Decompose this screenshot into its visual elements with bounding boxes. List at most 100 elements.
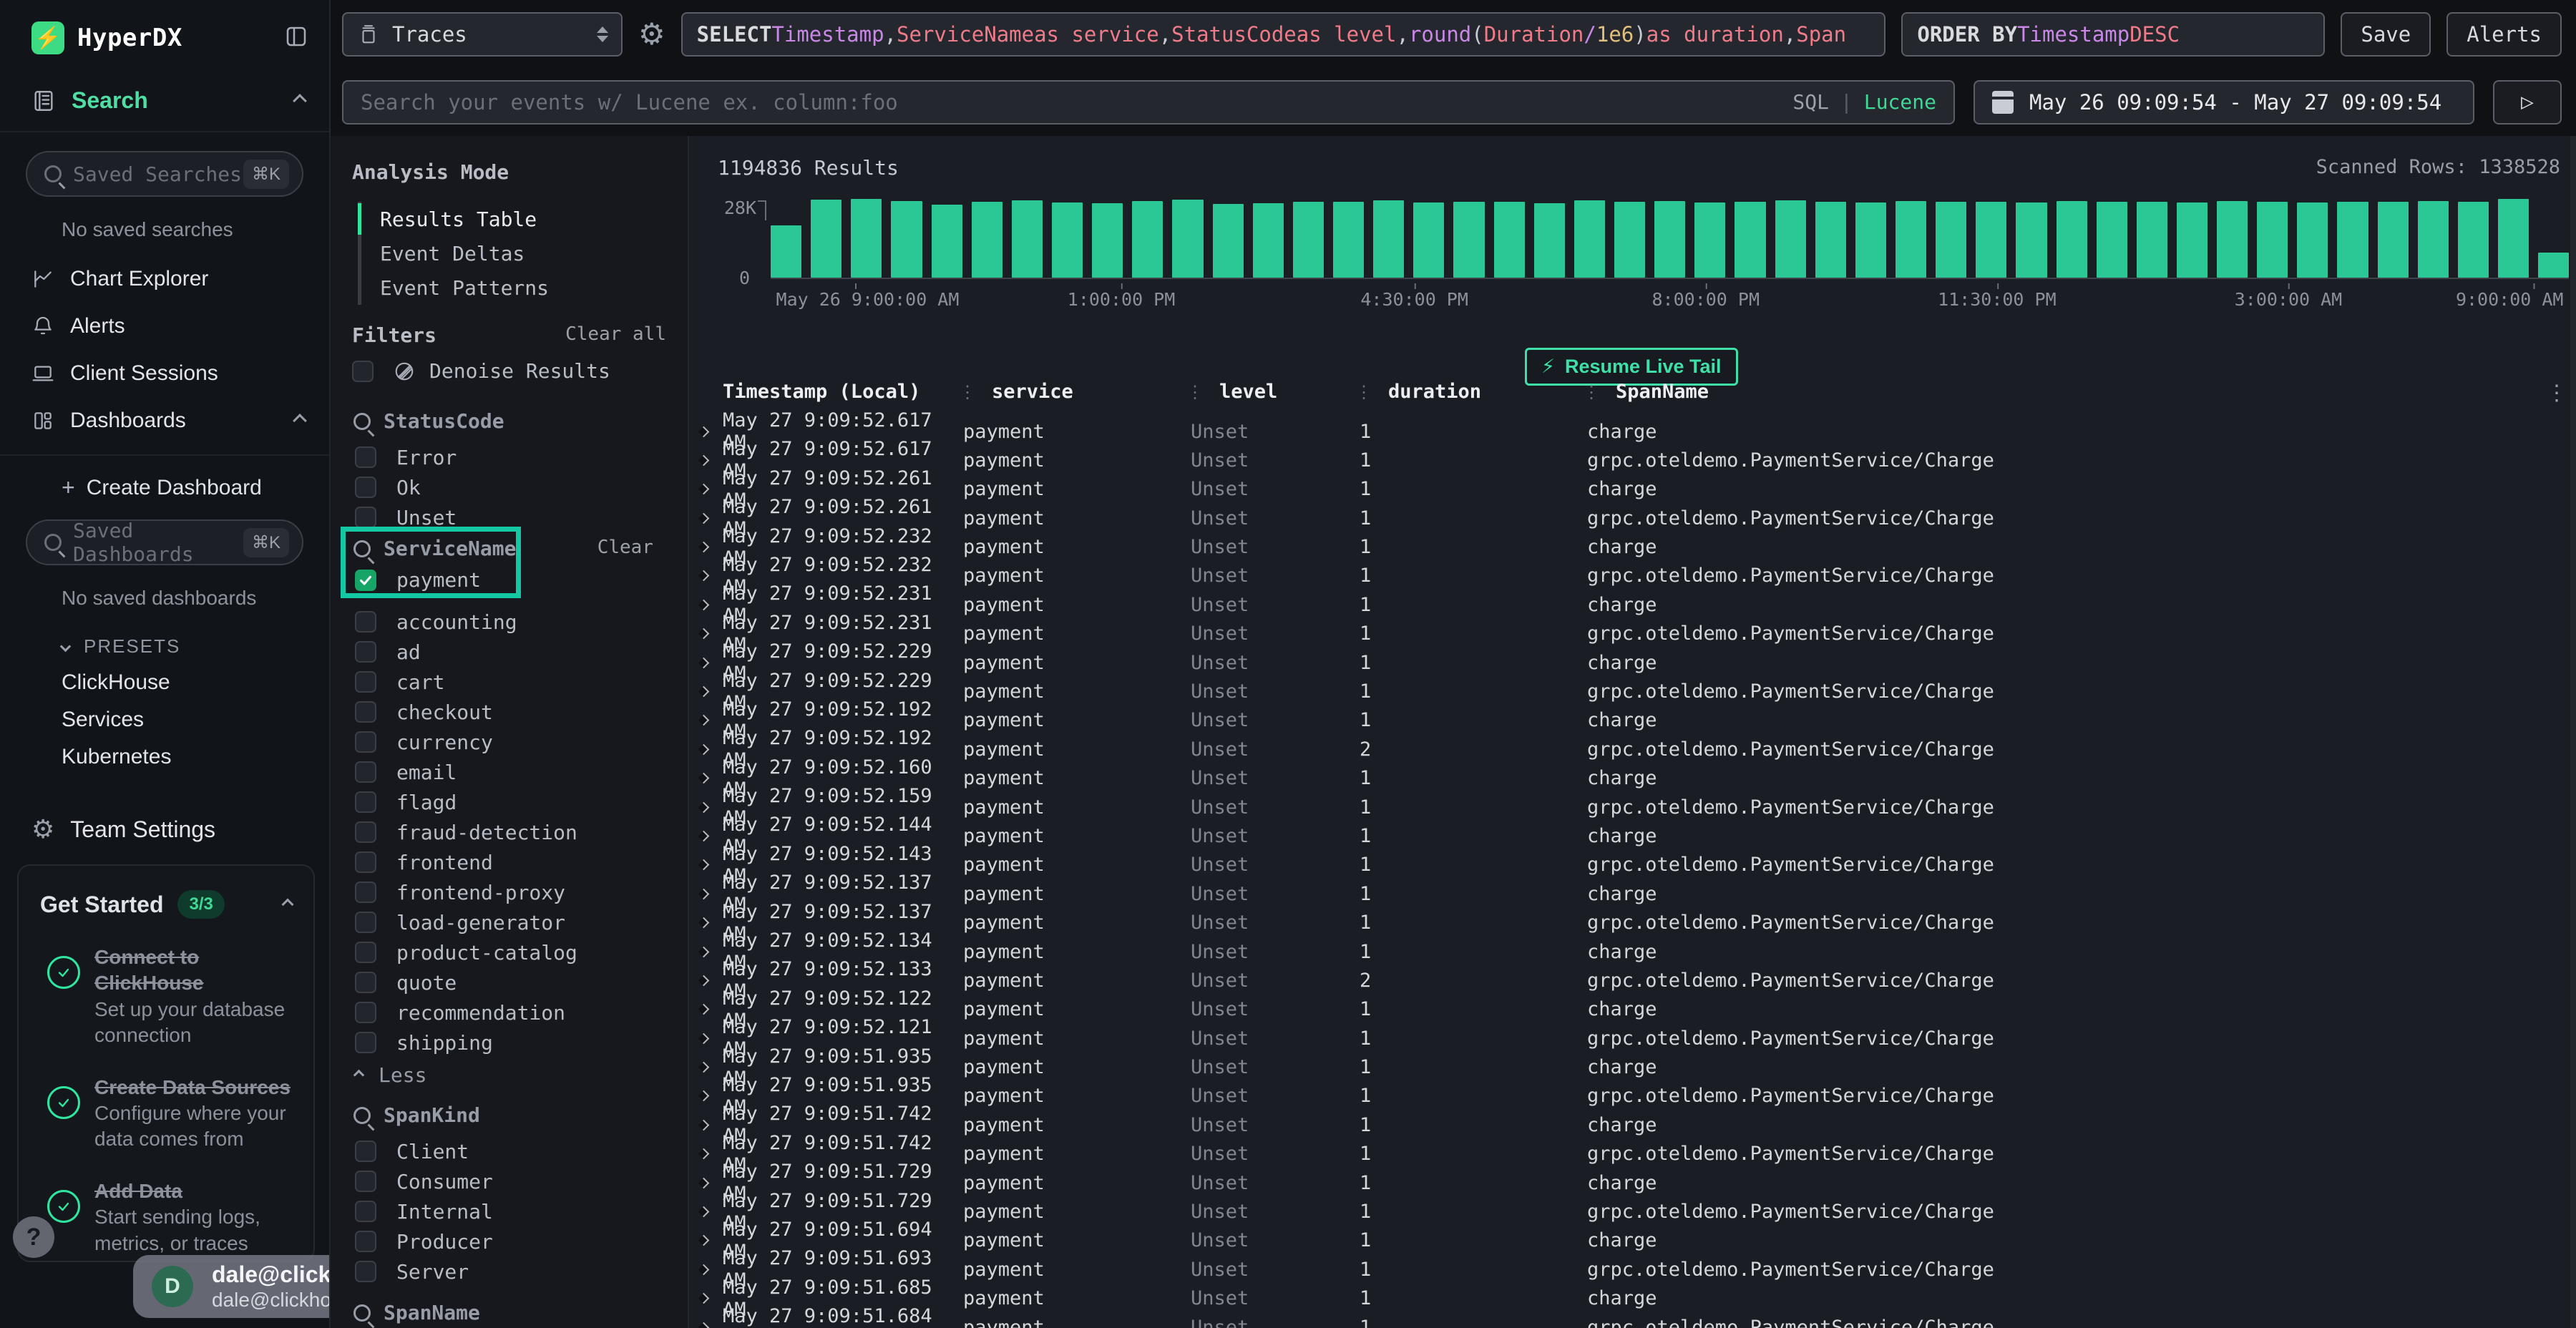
histogram-bar[interactable]	[771, 225, 801, 278]
histogram-bar[interactable]	[2097, 202, 2127, 278]
denoise-results-checkbox[interactable]: Denoise Results	[352, 359, 610, 383]
column-header-duration[interactable]: ⋮duration	[1360, 381, 1587, 403]
histogram-bar[interactable]	[932, 205, 962, 278]
filter-option[interactable]: product-catalog	[355, 937, 577, 967]
show-less-toggle[interactable]: Less	[355, 1063, 426, 1087]
chevron-up-icon[interactable]	[293, 94, 307, 108]
help-button[interactable]: ?	[13, 1216, 54, 1258]
histogram-bar[interactable]	[1775, 200, 1806, 278]
sql-mode-toggle[interactable]: SQL	[1792, 90, 1829, 114]
filter-option[interactable]: currency	[355, 727, 577, 757]
histogram-bar[interactable]	[1453, 202, 1484, 278]
get-started-item[interactable]: Connect to ClickHouseSet up your databas…	[40, 944, 292, 1049]
expand-row-icon[interactable]	[698, 1004, 709, 1015]
statuscode-group-header[interactable]: StatusCode	[353, 409, 504, 433]
histogram-bar[interactable]	[1815, 202, 1846, 278]
expand-row-icon[interactable]	[698, 542, 709, 553]
filter-option-payment[interactable]: payment	[355, 568, 481, 592]
histogram-bar[interactable]	[1092, 203, 1123, 278]
user-menu[interactable]: D dale@clickhouse.com dale@clickhouse.co…	[133, 1255, 331, 1318]
filter-option[interactable]: shipping	[355, 1027, 577, 1058]
create-dashboard-button[interactable]: + Create Dashboard	[0, 456, 329, 501]
presets-toggle[interactable]: PRESETS	[0, 614, 329, 658]
expand-row-icon[interactable]	[698, 1148, 709, 1160]
clear-all-filters-button[interactable]: Clear all	[565, 323, 666, 347]
histogram-bar[interactable]	[1213, 204, 1244, 278]
sidebar-item-dashboards[interactable]: Dashboards	[0, 397, 329, 444]
filter-option[interactable]: Consumer	[355, 1166, 493, 1196]
sidebar-item-chart-explorer[interactable]: Chart Explorer	[0, 255, 329, 303]
order-by-editor[interactable]: ORDER BY Timestamp DESC	[1901, 12, 2325, 57]
filter-option[interactable]: accounting	[355, 607, 577, 637]
histogram-bar[interactable]	[2418, 201, 2449, 278]
mode-event-deltas[interactable]: Event Deltas	[361, 236, 549, 270]
get-started-item[interactable]: Add DataStart sending logs, metrics, or …	[40, 1178, 292, 1256]
histogram-bar[interactable]	[1735, 202, 1765, 278]
alerts-button[interactable]: Alerts	[2446, 12, 2562, 57]
histogram-bar[interactable]	[2257, 202, 2288, 278]
histogram-bar[interactable]	[2378, 202, 2409, 278]
filter-option[interactable]: recommendation	[355, 997, 577, 1027]
expand-row-icon[interactable]	[698, 686, 709, 698]
preset-dashboard-link[interactable]: Services	[0, 695, 329, 732]
expand-row-icon[interactable]	[698, 1032, 709, 1044]
expand-row-icon[interactable]	[698, 426, 709, 437]
histogram-bar[interactable]	[851, 199, 882, 278]
expand-row-icon[interactable]	[698, 600, 709, 611]
filter-option[interactable]: Ok	[355, 472, 457, 502]
expand-row-icon[interactable]	[698, 975, 709, 987]
mode-results-table[interactable]: Results Table	[361, 202, 549, 236]
search-input[interactable]	[361, 90, 1781, 114]
histogram-bar[interactable]	[2337, 202, 2368, 278]
get-started-item[interactable]: Create Data SourcesConfigure where your …	[40, 1075, 292, 1153]
save-button[interactable]: Save	[2341, 12, 2431, 57]
histogram-bar[interactable]	[2498, 199, 2529, 278]
expand-row-icon[interactable]	[698, 744, 709, 756]
histogram-bar[interactable]	[1172, 200, 1203, 278]
histogram-bar[interactable]	[1855, 202, 1886, 278]
histogram-bar[interactable]	[1896, 201, 1926, 278]
histogram-bar[interactable]	[1052, 202, 1083, 278]
histogram-bar[interactable]	[2016, 202, 2046, 278]
column-separator-icon[interactable]: ⋮	[1355, 382, 1372, 402]
histogram-bar[interactable]	[1012, 200, 1043, 278]
histogram-bar[interactable]	[2458, 202, 2489, 278]
expand-row-icon[interactable]	[698, 1293, 709, 1304]
filter-option[interactable]: email	[355, 757, 577, 787]
table-row[interactable]: May 27 9:09:52.617 AM payment Unset 1 ch…	[698, 409, 2576, 438]
chevron-up-icon[interactable]	[282, 899, 294, 911]
column-header-level[interactable]: ⋮level	[1191, 381, 1360, 403]
filter-option[interactable]: Internal	[355, 1196, 493, 1226]
histogram-bar[interactable]	[1333, 202, 1364, 278]
expand-row-icon[interactable]	[698, 1120, 709, 1131]
histogram-bar[interactable]	[1373, 200, 1404, 278]
event-search-box[interactable]: SQL | Lucene	[342, 80, 1955, 125]
expand-row-icon[interactable]	[698, 455, 709, 467]
expand-row-icon[interactable]	[698, 1235, 709, 1246]
date-range-picker[interactable]: May 26 09:09:54 - May 27 09:09:54	[1974, 80, 2474, 125]
run-query-button[interactable]: ▷	[2493, 80, 2562, 125]
expand-row-icon[interactable]	[698, 773, 709, 784]
expand-row-icon[interactable]	[698, 946, 709, 957]
filter-option[interactable]: ad	[355, 637, 577, 667]
histogram-bar[interactable]	[1494, 202, 1525, 278]
filter-option[interactable]: Server	[355, 1256, 493, 1286]
expand-row-icon[interactable]	[698, 484, 709, 495]
column-header-service[interactable]: ⋮service	[963, 381, 1191, 403]
expand-row-icon[interactable]	[698, 1062, 709, 1073]
expand-row-icon[interactable]	[698, 512, 709, 524]
histogram-bar[interactable]	[1574, 200, 1605, 278]
column-separator-icon[interactable]: ⋮	[959, 382, 976, 402]
histogram-bar[interactable]	[1654, 201, 1685, 278]
preset-dashboard-link[interactable]: Kubernetes	[0, 732, 329, 769]
histogram-bar[interactable]	[2297, 202, 2328, 278]
filter-option[interactable]: Client	[355, 1136, 493, 1166]
chevron-up-icon[interactable]	[293, 414, 307, 428]
expand-row-icon[interactable]	[698, 1322, 709, 1328]
expand-row-icon[interactable]	[698, 1177, 709, 1188]
expand-row-icon[interactable]	[698, 1264, 709, 1276]
scrollbar[interactable]	[2570, 136, 2576, 1328]
sidebar-item-team-settings[interactable]: ⚙ Team Settings	[0, 769, 329, 843]
histogram-bar[interactable]	[811, 200, 841, 278]
filter-option[interactable]: flagd	[355, 787, 577, 817]
